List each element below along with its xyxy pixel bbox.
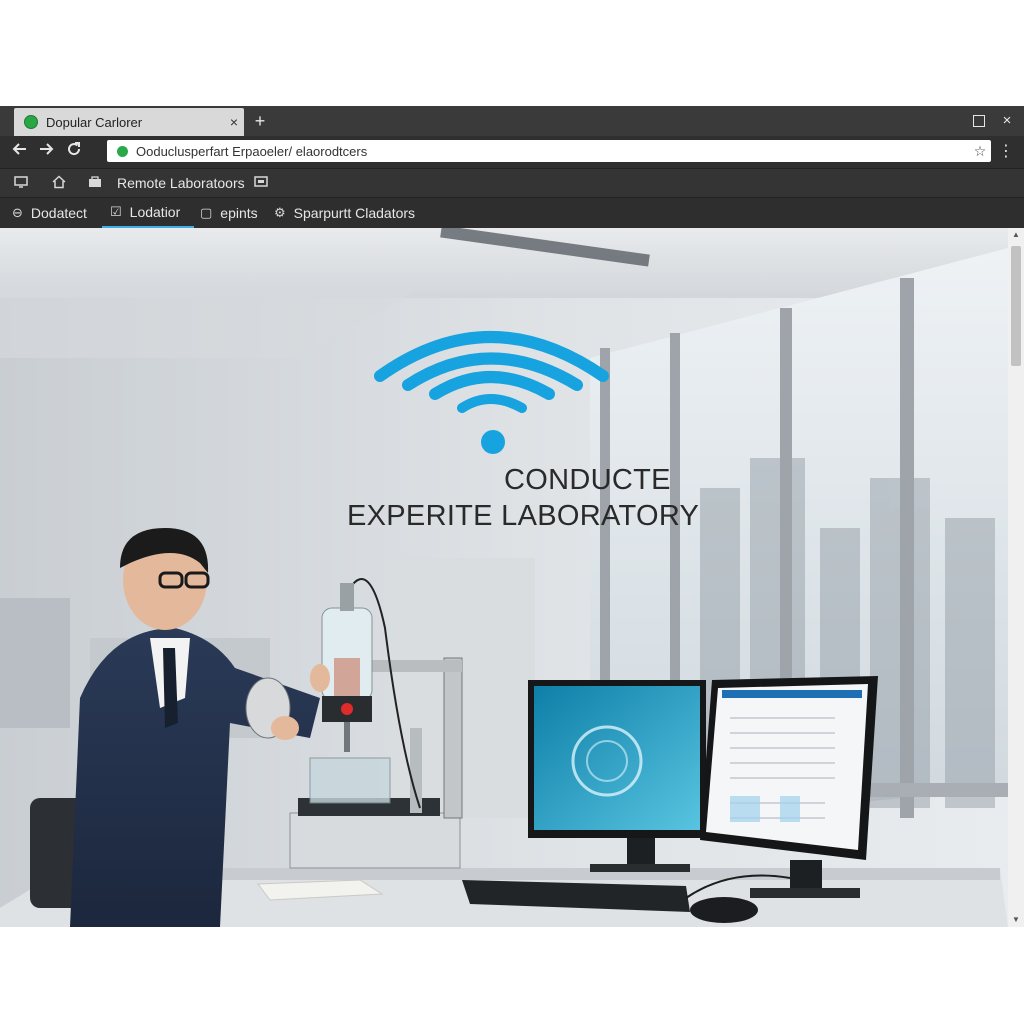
nav-item-dodatect[interactable]: ⊖ Dodatect [12, 198, 87, 228]
minus-circle-icon: ⊖ [12, 205, 23, 220]
hero-headline-line1: CONDUCTE [504, 464, 671, 496]
scroll-down-icon[interactable]: ▼ [1008, 913, 1024, 927]
home-icon [52, 175, 66, 189]
site-navigation: ⊖ Dodatect ☑ Lodatior ▢ epints ⚙ Sparpur… [0, 197, 1024, 228]
new-tab-button[interactable]: + [250, 110, 270, 132]
tab-strip: Dopular Carlorer × + × [0, 106, 1024, 136]
gear-icon: ⚙ [274, 205, 286, 220]
monitor-icon [14, 176, 28, 188]
hero-image [0, 228, 1008, 927]
checkbox-icon: ☑ [110, 204, 122, 219]
nav-item-sparpurtt[interactable]: ⚙ Sparpurtt Cladators [274, 198, 415, 228]
close-window-button[interactable]: × [995, 110, 1019, 132]
nav-item-label: Sparpurtt Cladators [293, 205, 416, 221]
bookmarks-bar: Remote Laboratoors [0, 168, 1024, 197]
address-bar[interactable]: ☆ [107, 140, 991, 162]
home-button[interactable] [50, 174, 68, 192]
forward-button[interactable] [34, 140, 58, 164]
tab-title: Dopular Carlorer [46, 114, 143, 130]
browser-menu-button[interactable]: ⋮ [998, 142, 1014, 162]
arrow-left-icon [12, 143, 26, 155]
navigation-bar: ☆ ⋮ [0, 136, 1024, 168]
lock-icon: ▢ [200, 205, 213, 220]
nav-item-label: epints [220, 205, 258, 221]
browser-window: Dopular Carlorer × + × Ooduclusperfart E… [0, 106, 1024, 927]
cast-icon [254, 176, 268, 187]
reload-button[interactable] [62, 140, 86, 164]
maximize-icon [973, 115, 985, 128]
vertical-scrollbar[interactable]: ▲ ▼ [1008, 228, 1024, 927]
screen-icon[interactable] [12, 174, 30, 192]
nav-item-lodatior[interactable]: ☑ Lodatior [102, 198, 195, 228]
nav-item-label: Dodatect [30, 205, 87, 221]
url-input[interactable] [134, 142, 969, 160]
briefcase-icon [89, 176, 101, 187]
reload-icon [68, 142, 81, 156]
secure-icon [117, 145, 128, 157]
arrow-right-icon [40, 143, 54, 155]
nav-item-epints[interactable]: ▢ epints [200, 198, 258, 228]
bookmark-remote-labs[interactable]: Remote Laboratoors [117, 174, 245, 192]
tab-close-icon[interactable]: × [224, 114, 244, 130]
page-content: CONDUCTE EXPERITE LABORATORY [0, 228, 1008, 927]
nav-item-label: Lodatior [129, 204, 181, 220]
hero-headline-line2: EXPERITE LABORATORY [347, 500, 700, 532]
tab-active[interactable]: Dopular Carlorer × [14, 108, 244, 136]
folder-button[interactable] [86, 174, 104, 192]
favicon-icon [24, 115, 38, 129]
maximize-button[interactable] [967, 110, 991, 132]
back-button[interactable] [8, 140, 32, 164]
screen-share-button[interactable] [252, 174, 270, 192]
scroll-up-icon[interactable]: ▲ [1008, 228, 1024, 242]
bookmark-star-icon[interactable]: ☆ [969, 143, 991, 160]
scroll-thumb[interactable] [1011, 246, 1021, 366]
